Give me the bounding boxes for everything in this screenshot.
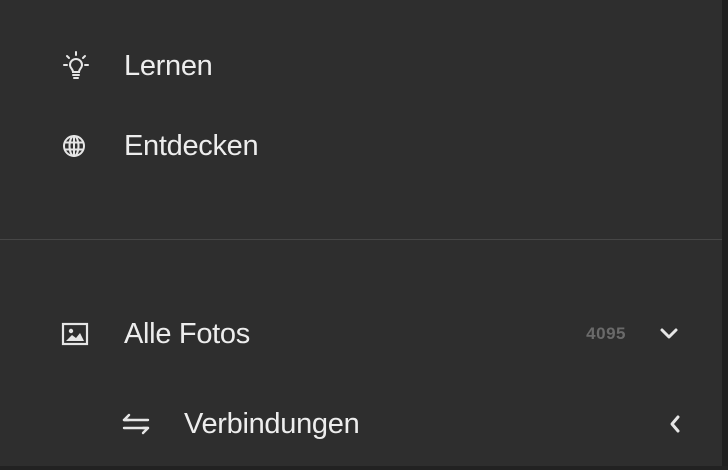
sidebar-item-learn-label: Lernen: [124, 49, 213, 82]
section-divider: [0, 239, 722, 240]
sidebar-item-all-photos[interactable]: Alle Fotos 4095: [0, 304, 722, 364]
chevron-down-icon[interactable]: [654, 319, 684, 349]
chevron-left-icon[interactable]: [660, 409, 690, 439]
photo-icon: [55, 314, 95, 354]
panel-bottom-border: [0, 466, 728, 470]
sync-arrows-icon: [116, 404, 156, 444]
sidebar-item-all-photos-label: Alle Fotos: [124, 317, 250, 350]
globe-icon: [54, 126, 94, 166]
sidebar-item-discover[interactable]: Entdecken: [0, 116, 722, 176]
sidebar-item-connections[interactable]: Verbindungen: [0, 394, 722, 454]
photo-count-badge: 4095: [586, 324, 626, 343]
sidebar-item-connections-label: Verbindungen: [184, 407, 360, 440]
panel-right-border: [722, 0, 728, 470]
lightbulb-icon: [56, 46, 96, 86]
sidebar-item-discover-label: Entdecken: [124, 129, 259, 162]
sidebar-item-learn[interactable]: Lernen: [0, 36, 722, 96]
sidebar-panel: Lernen Entdecken Alle Fotos 4095 Verbind…: [0, 0, 728, 470]
